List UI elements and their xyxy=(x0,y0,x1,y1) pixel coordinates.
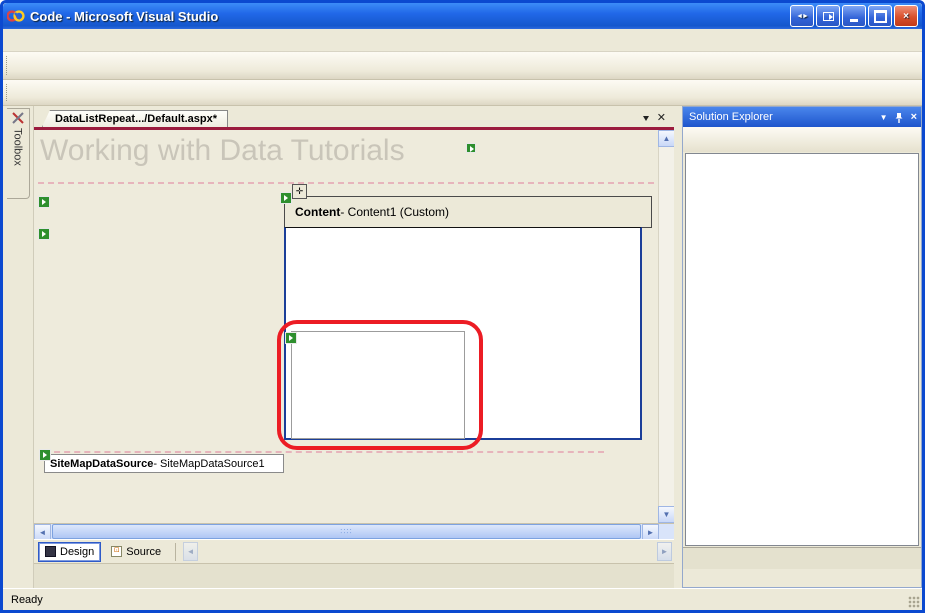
tag-scroll-left-icon[interactable]: ◄ xyxy=(183,542,198,561)
tools-icon xyxy=(12,112,24,124)
vertical-scrollbar[interactable]: ▲ ▼ xyxy=(658,130,674,523)
minimize-button[interactable] xyxy=(842,5,866,27)
visual-studio-logo-icon xyxy=(7,8,25,24)
divider-dashed xyxy=(44,451,604,453)
content-control-info: - Content1 (Custom) xyxy=(340,205,449,219)
document-tab[interactable]: DataListRepeat.../Default.aspx* xyxy=(42,110,228,127)
formatting-toolbar xyxy=(3,80,922,106)
menu-smart-tag-icon[interactable] xyxy=(38,228,50,240)
horizontal-scrollbar[interactable]: ◄ ∷∷ ► xyxy=(34,523,674,539)
solution-explorer-panel: Solution Explorer ▼ × xyxy=(682,106,922,588)
content-smart-tag-icon[interactable] xyxy=(280,192,292,204)
panel-footer xyxy=(683,569,921,587)
view-and-tag-bar: Design ⊡ Source ◄ ► xyxy=(34,539,674,563)
window-title: Code - Microsoft Visual Studio xyxy=(30,9,218,24)
float-window-button[interactable] xyxy=(816,5,840,27)
left-tool-strip: Toolbox xyxy=(3,106,34,588)
solution-explorer-title: Solution Explorer xyxy=(689,111,773,123)
solution-tree xyxy=(685,153,919,546)
sitemappath-smart-tag-icon[interactable] xyxy=(466,143,476,153)
status-text: Ready xyxy=(11,594,43,606)
close-icon[interactable]: × xyxy=(911,111,917,123)
vs-window: Code - Microsoft Visual Studio ◄► × Tool… xyxy=(0,0,925,613)
menu-bar xyxy=(3,29,922,52)
maximize-button[interactable] xyxy=(868,5,892,27)
menu-smart-tag-icon[interactable] xyxy=(38,196,50,208)
status-bar: Ready xyxy=(3,588,922,610)
close-button[interactable]: × xyxy=(894,5,918,27)
divider-dashed xyxy=(38,182,654,184)
databound-list[interactable] xyxy=(291,331,465,439)
panel-splitter[interactable] xyxy=(674,106,682,588)
toolbox-tab-label: Toolbox xyxy=(12,128,24,166)
bottom-panel-tabs xyxy=(34,563,674,588)
scroll-up-icon[interactable]: ▲ xyxy=(658,130,674,147)
master-page-title: Working with Data Tutorials xyxy=(40,134,405,168)
context-arrows-button[interactable]: ◄► xyxy=(790,5,814,27)
source-view-button[interactable]: ⊡ Source xyxy=(104,542,168,562)
design-view-button[interactable]: Design xyxy=(38,542,101,562)
tab-list-chevron-down-icon[interactable] xyxy=(643,116,649,124)
sitemapdatasource-smart-tag-icon[interactable] xyxy=(39,449,51,461)
title-bar[interactable]: Code - Microsoft Visual Studio ◄► × xyxy=(3,3,922,29)
sitemapdatasource-control[interactable]: SiteMapDataSource - SiteMapDataSource1 xyxy=(44,454,284,473)
source-view-icon: ⊡ xyxy=(111,546,122,557)
tag-scroll-right-icon[interactable]: ► xyxy=(657,542,672,561)
bulletedlist-smart-tag-icon[interactable] xyxy=(285,332,297,344)
content-placeholder-header[interactable]: Content - Content1 (Custom) xyxy=(284,196,652,228)
design-surface[interactable]: Working with Data Tutorials ✛ Content - … xyxy=(34,130,674,523)
chevron-down-icon[interactable]: ▼ xyxy=(880,113,888,122)
sitemapdatasource-id: - SiteMapDataSource1 xyxy=(153,458,264,470)
toolbox-tab[interactable]: Toolbox xyxy=(7,108,30,199)
tool-window-tabs xyxy=(683,547,921,569)
resize-grip[interactable] xyxy=(908,596,920,608)
close-document-icon[interactable]: ✕ xyxy=(657,111,666,124)
design-view-icon xyxy=(45,546,56,557)
solution-explorer-toolbar xyxy=(683,127,921,152)
move-handle-icon[interactable]: ✛ xyxy=(292,184,307,199)
pin-icon[interactable] xyxy=(895,112,904,123)
content-control-name: Content xyxy=(295,205,340,219)
scroll-down-icon[interactable]: ▼ xyxy=(658,506,674,523)
solution-explorer-title-bar[interactable]: Solution Explorer ▼ × xyxy=(683,107,921,127)
scrollbar-thumb[interactable]: ∷∷ xyxy=(52,524,641,539)
scrollbar-corner xyxy=(659,524,674,539)
document-tab-strip: DataListRepeat.../Default.aspx* ✕ xyxy=(34,106,674,130)
standard-toolbar xyxy=(3,52,922,80)
sitemapdatasource-type: SiteMapDataSource xyxy=(50,458,153,470)
